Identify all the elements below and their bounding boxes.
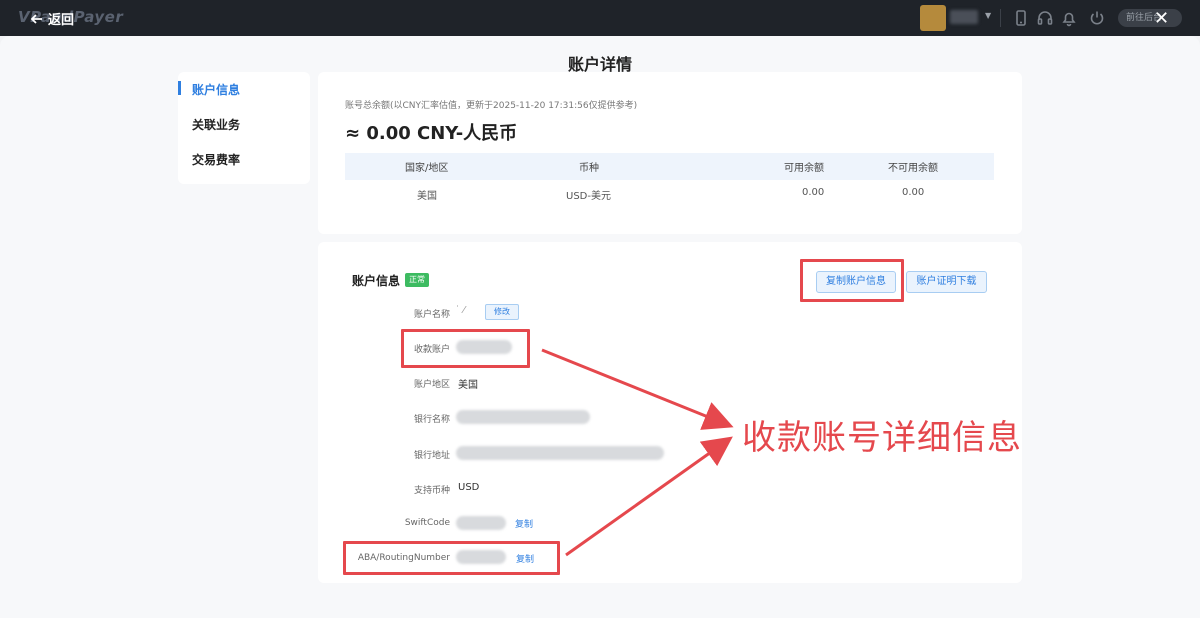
active-indicator — [178, 81, 181, 95]
account-name-blurred: ˙ ⁄ — [455, 305, 465, 316]
close-icon[interactable]: ✕ — [1154, 8, 1169, 29]
edit-name-button[interactable]: 修改 — [485, 304, 519, 320]
region-value: 美国 — [458, 380, 478, 391]
status-badge: 正常 — [405, 273, 429, 287]
bell-icon[interactable] — [1060, 9, 1078, 27]
phone-icon[interactable] — [1012, 9, 1030, 27]
field-label-swift-code: SwiftCode — [404, 518, 450, 528]
highlight-receiving-account — [401, 329, 530, 368]
column-header-unavailable: 不可用余额 — [888, 163, 938, 174]
table-cell-currency: USD-美元 — [566, 191, 611, 202]
bank-name-blurred — [456, 410, 590, 424]
back-label: 返回 — [48, 13, 75, 28]
user-name-blurred[interactable] — [950, 10, 978, 24]
balance-note: 账号总余额(以CNY汇率估值，更新于2025-11-20 17:31:56仅提供… — [345, 101, 638, 111]
side-nav: 账户信息 关联业务 交易费率 — [178, 72, 310, 184]
nav-item-account-info[interactable]: 账户信息 — [192, 81, 240, 98]
field-label-account-name: 账户名称 — [413, 310, 450, 320]
column-header-currency: 币种 — [579, 163, 599, 174]
section-title: 账户信息 — [352, 274, 401, 288]
annotation-label: 收款账号详细信息 — [742, 418, 1022, 458]
bank-address-blurred — [456, 446, 664, 460]
dashboard-pill[interactable]: 前往后台 — [1118, 9, 1182, 27]
table-cell-available: 0.00 — [802, 187, 825, 198]
field-label-currency: 支持币种 — [413, 486, 450, 496]
swift-code-blurred — [456, 516, 506, 530]
table-cell-unavailable: 0.00 — [902, 187, 925, 198]
avatar[interactable] — [920, 5, 946, 31]
headset-icon[interactable] — [1036, 9, 1054, 27]
power-icon[interactable] — [1088, 9, 1106, 27]
back-button[interactable]: 返回 — [30, 9, 74, 28]
chevron-down-icon[interactable]: ▼ — [985, 11, 991, 20]
column-header-available: 可用余额 — [784, 163, 824, 174]
balance-amount: ≈ 0.00 CNY-人民币 — [345, 123, 518, 144]
download-certificate-button[interactable]: 账户证明下载 — [906, 271, 987, 293]
field-label-bank-address: 银行地址 — [413, 451, 450, 461]
currency-value: USD — [458, 482, 480, 493]
highlight-aba-routing — [343, 541, 560, 575]
arrow-left-icon — [30, 13, 42, 24]
table-cell-region: 美国 — [417, 191, 437, 202]
copy-swift-link[interactable]: 复制 — [515, 517, 533, 530]
field-label-bank-name: 银行名称 — [413, 415, 450, 425]
nav-item-fee-rates[interactable]: 交易费率 — [192, 151, 240, 168]
field-label-region: 账户地区 — [413, 380, 450, 390]
highlight-copy-button — [800, 259, 904, 302]
nav-item-related-business[interactable]: 关联业务 — [192, 116, 240, 133]
column-header-region: 国家/地区 — [405, 163, 449, 174]
divider — [1000, 9, 1001, 27]
